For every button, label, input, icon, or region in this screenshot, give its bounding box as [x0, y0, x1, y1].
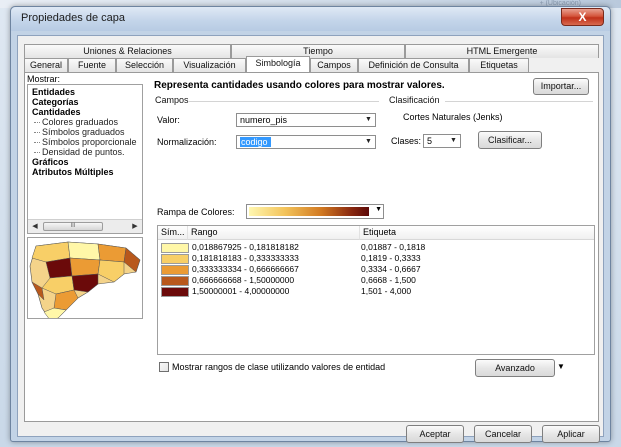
avanzado-button[interactable]: Avanzado: [475, 359, 555, 377]
clases-value: 5: [427, 136, 433, 146]
row-etiqueta: 1,501 - 4,000: [361, 286, 412, 296]
table-row[interactable]: 1,50000001 - 4,00000000 1,501 - 4,000: [158, 286, 594, 297]
column-header-rango[interactable]: Rango: [188, 226, 360, 240]
campos-group-label: Campos: [155, 95, 189, 105]
normalizacion-value: codigo: [240, 137, 271, 147]
chevron-down-icon[interactable]: ▼: [362, 136, 375, 148]
tab-etiquetas[interactable]: Etiquetas: [469, 58, 529, 72]
tab-general[interactable]: General: [24, 58, 68, 72]
table-row[interactable]: 0,666666668 - 1,50000000 0,6668 - 1,500: [158, 275, 594, 286]
row-etiqueta: 0,1819 - 0,3333: [361, 253, 421, 263]
map-preview-image: [27, 237, 143, 319]
show-class-ranges-checkbox[interactable]: [159, 362, 169, 372]
tree-horizontal-scrollbar[interactable]: ◀ III ▶: [28, 219, 142, 233]
tab-definicion-consulta[interactable]: Definición de Consulta: [358, 58, 469, 72]
symbol-swatch[interactable]: [161, 243, 189, 253]
clasificar-button[interactable]: Clasificar...: [478, 131, 542, 149]
color-ramp-swatch: [249, 207, 369, 216]
tab-uniones-relaciones[interactable]: Uniones & Relaciones: [24, 44, 231, 58]
campos-group-divider: [189, 101, 379, 102]
row-etiqueta: 0,3334 - 0,6667: [361, 264, 421, 274]
scroll-right-icon[interactable]: ▶: [129, 221, 141, 232]
window-title: Propiedades de capa: [21, 12, 125, 24]
tab-row-upper: Uniones & Relaciones Tiempo HTML Emergen…: [24, 44, 599, 58]
rampa-label: Rampa de Colores:: [157, 207, 235, 217]
row-rango: 0,018867925 - 0,181818182: [192, 242, 299, 252]
column-header-etiqueta[interactable]: Etiqueta: [360, 226, 594, 240]
row-etiqueta: 0,6668 - 1,500: [361, 275, 416, 285]
tab-html-emergente[interactable]: HTML Emergente: [405, 44, 599, 58]
aplicar-button[interactable]: Aplicar: [542, 425, 600, 443]
mostrar-label: Mostrar:: [27, 74, 61, 84]
aceptar-button[interactable]: Aceptar: [406, 425, 464, 443]
column-header-symbol[interactable]: Sím...: [158, 226, 188, 240]
scroll-left-icon[interactable]: ◀: [29, 221, 41, 232]
tree-item-categorias[interactable]: Categorías: [32, 97, 79, 107]
tree-item-simbolos-graduados[interactable]: Símbolos graduados: [34, 127, 125, 137]
title-bar[interactable]: Propiedades de capa X: [11, 7, 610, 31]
table-row[interactable]: 0,333333334 - 0,666666667 0,3334 - 0,666…: [158, 264, 594, 275]
renderer-tree: Entidades Categorías Cantidades Colores …: [27, 84, 143, 234]
tab-visualizacion[interactable]: Visualización: [173, 58, 246, 72]
symbology-heading: Representa cantidades usando colores par…: [154, 80, 445, 91]
clases-dropdown[interactable]: 5 ▼: [423, 134, 461, 148]
scroll-thumb[interactable]: III: [43, 222, 103, 231]
row-rango: 0,333333334 - 0,666666667: [192, 264, 299, 274]
layer-properties-dialog: Propiedades de capa X Uniones & Relacion…: [10, 6, 611, 443]
table-row[interactable]: 0,181818183 - 0,333333333 0,1819 - 0,333…: [158, 253, 594, 264]
tree-item-simbolos-proporcionales[interactable]: Símbolos proporcionale: [34, 137, 137, 147]
tab-row-lower: General Fuente Selección Visualización S…: [24, 56, 529, 72]
tree-item-cantidades[interactable]: Cantidades: [32, 107, 81, 117]
table-row[interactable]: 0,018867925 - 0,181818182 0,01887 - 0,18…: [158, 242, 594, 253]
classification-method: Cortes Naturales (Jenks): [403, 112, 503, 122]
class-breaks-table: Sím... Rango Etiqueta 0,018867925 - 0,18…: [157, 225, 595, 355]
dialog-client-area: Uniones & Relaciones Tiempo HTML Emergen…: [17, 35, 604, 443]
tab-fuente[interactable]: Fuente: [68, 58, 116, 72]
row-etiqueta: 0,01887 - 0,1818: [361, 242, 426, 252]
normalizacion-dropdown[interactable]: codigo ▼: [236, 135, 376, 149]
show-class-ranges-label: Mostrar rangos de clase utilizando valor…: [172, 362, 386, 372]
color-ramp-dropdown[interactable]: ▼: [246, 204, 384, 219]
symbol-swatch[interactable]: [161, 276, 189, 286]
clasificacion-group-label: Clasificación: [389, 95, 440, 105]
tree-item-densidad-puntos[interactable]: Densidad de puntos.: [34, 147, 125, 157]
tree-item-colores-graduados[interactable]: Colores graduados: [33, 117, 118, 127]
valor-value: numero_pis: [240, 115, 288, 125]
symbol-swatch[interactable]: [161, 287, 189, 297]
row-rango: 0,181818183 - 0,333333333: [192, 253, 299, 263]
tab-campos[interactable]: Campos: [310, 58, 358, 72]
tree-item-atributos-multiples[interactable]: Atributos Múltiples: [32, 167, 114, 177]
symbology-panel: Mostrar: Entidades Categorías Cantidades…: [24, 72, 599, 422]
valor-dropdown[interactable]: numero_pis ▼: [236, 113, 376, 127]
africa-map-thumbnail: [28, 238, 142, 318]
symbol-swatch[interactable]: [161, 265, 189, 275]
chevron-down-icon[interactable]: ▼: [362, 114, 375, 126]
tree-item-entidades[interactable]: Entidades: [32, 87, 75, 97]
chevron-down-icon[interactable]: ▼: [375, 206, 382, 213]
row-rango: 0,666666668 - 1,50000000: [192, 275, 295, 285]
tab-seleccion[interactable]: Selección: [116, 58, 173, 72]
symbol-swatch[interactable]: [161, 254, 189, 264]
clasificacion-group-divider: [445, 101, 593, 102]
tree-item-graficos[interactable]: Gráficos: [32, 157, 69, 167]
import-button[interactable]: Importar...: [533, 78, 589, 95]
clases-label: Clases:: [391, 136, 422, 146]
row-rango: 1,50000001 - 4,00000000: [192, 286, 290, 296]
tab-simbologia[interactable]: Simbología: [246, 56, 310, 72]
close-button[interactable]: X: [561, 8, 604, 26]
cancelar-button[interactable]: Cancelar: [474, 425, 532, 443]
normalizacion-label: Normalización:: [157, 137, 217, 147]
chevron-down-icon[interactable]: ▼: [557, 362, 565, 371]
valor-label: Valor:: [157, 115, 180, 125]
chevron-down-icon[interactable]: ▼: [447, 135, 460, 147]
